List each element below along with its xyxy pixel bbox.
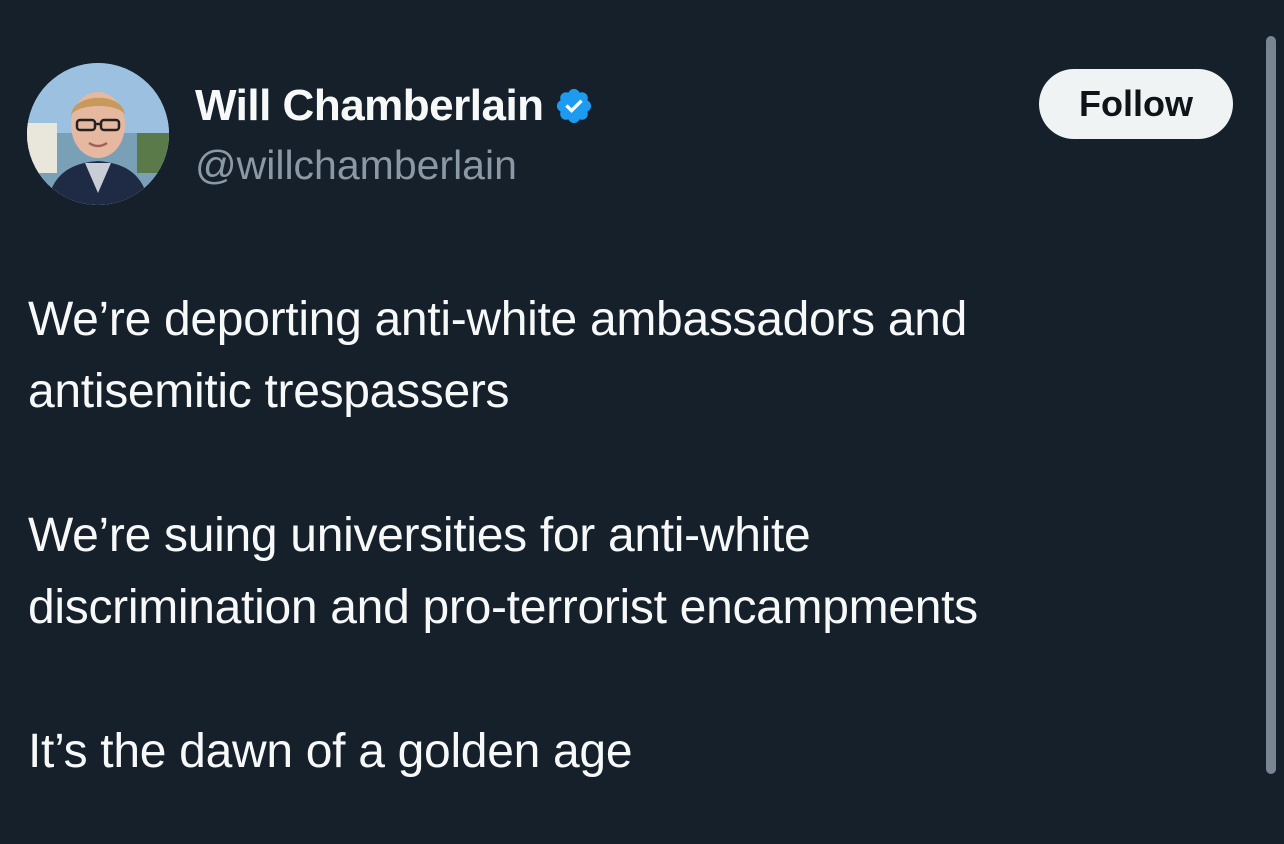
display-name[interactable]: Will Chamberlain xyxy=(195,80,594,132)
tweet-line: discrimination and pro-terrorist encampm… xyxy=(28,581,978,634)
verified-badge-icon xyxy=(554,86,594,126)
tweet-card: Will Chamberlain @willchamberlain Follow… xyxy=(0,0,1284,844)
follow-button[interactable]: Follow xyxy=(1039,69,1233,139)
scrollbar[interactable] xyxy=(1266,36,1276,774)
tweet-line: It’s the dawn of a golden age xyxy=(28,725,633,778)
tweet-line: antisemitic trespassers xyxy=(28,365,510,418)
display-name-text: Will Chamberlain xyxy=(195,81,544,130)
avatar[interactable] xyxy=(27,63,169,205)
avatar-photo xyxy=(27,63,169,205)
tweet-text: We’re deporting anti-white ambassadors a… xyxy=(28,284,1228,788)
tweet-line: We’re deporting anti-white ambassadors a… xyxy=(28,293,968,346)
user-handle[interactable]: @willchamberlain xyxy=(195,140,517,190)
tweet-line: We’re suing universities for anti-white xyxy=(28,509,811,562)
